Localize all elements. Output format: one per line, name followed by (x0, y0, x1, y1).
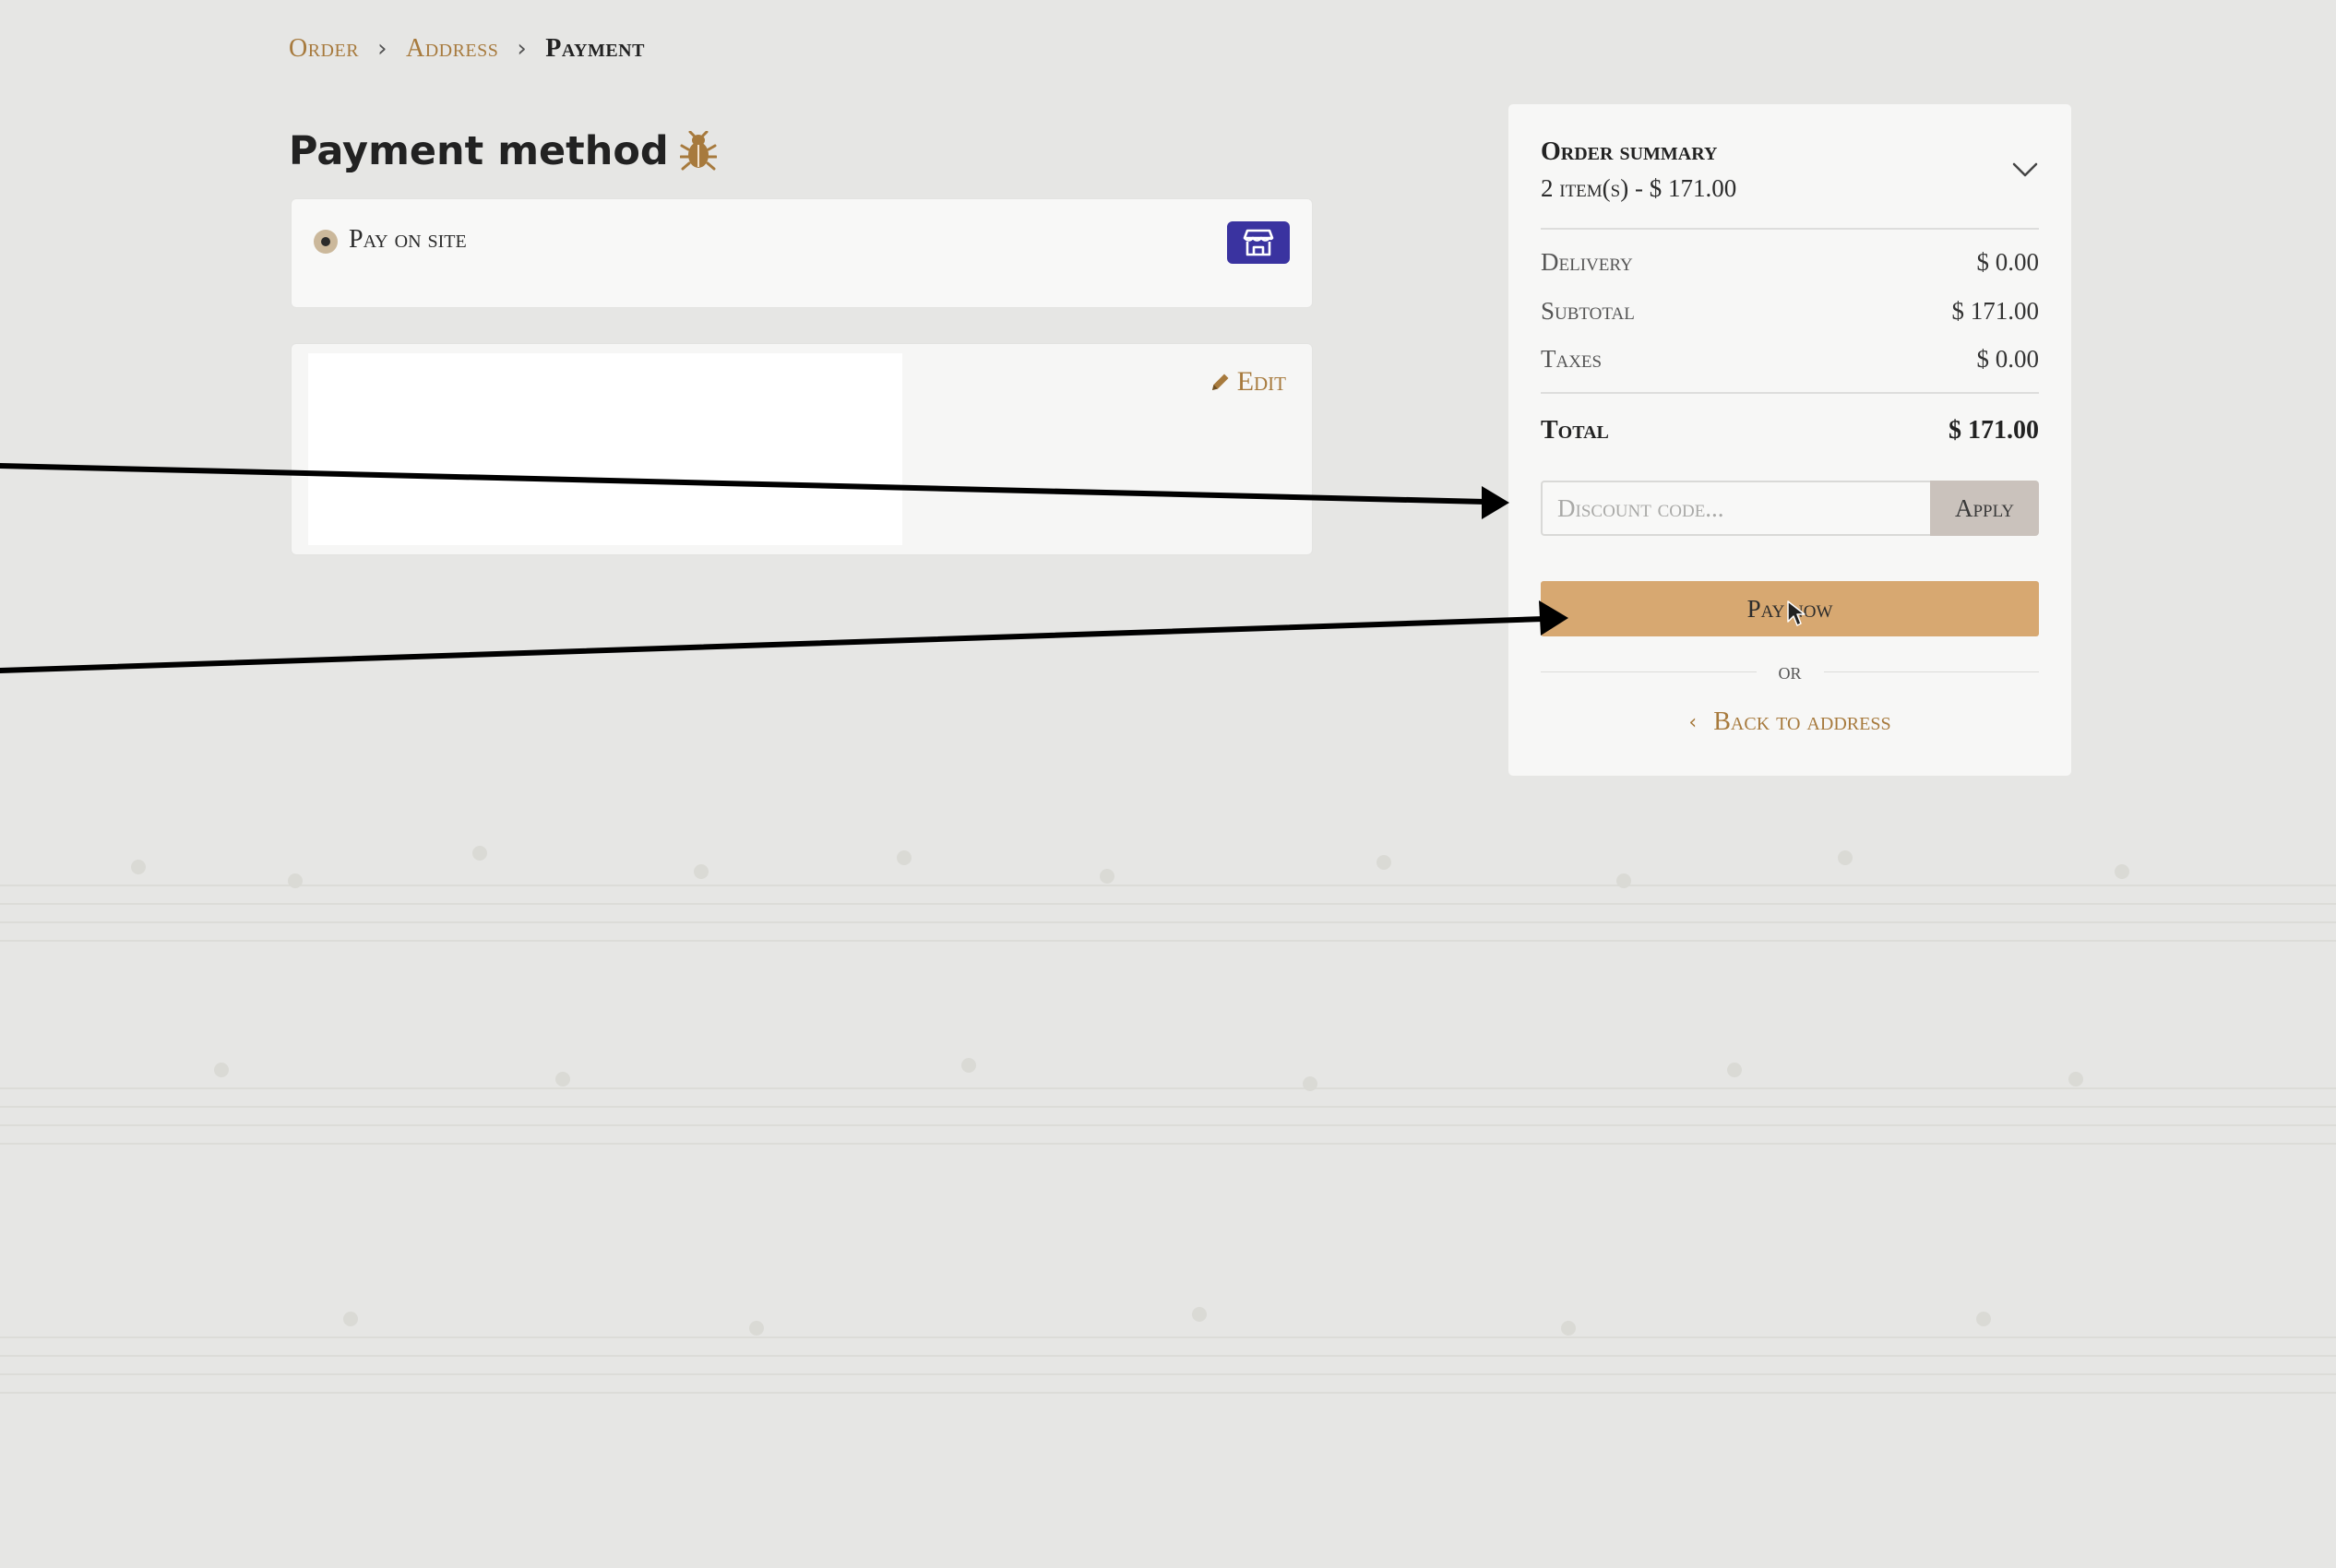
pay-on-site-label[interactable]: Pay on site (349, 225, 467, 255)
breadcrumb-current-payment: Payment (545, 34, 645, 63)
payment-details-card: Edit (291, 343, 1313, 555)
chevron-left-icon: ‹ (1688, 710, 1698, 734)
total-value: $ 171.00 (1949, 416, 2039, 445)
order-summary-item-count: 2 item(s) - $ 171.00 (1541, 174, 1737, 202)
summary-row-delivery: Delivery $ 0.00 (1541, 248, 2039, 277)
taxes-value: $ 0.00 (1976, 345, 2040, 373)
payment-details-frame (308, 353, 902, 545)
discount-form: Apply (1541, 481, 2039, 536)
payment-method-card[interactable]: Pay on site (291, 198, 1313, 308)
summary-row-total: Total $ 171.00 (1541, 416, 2039, 445)
total-label: Total (1541, 416, 1609, 445)
or-label: or (1778, 658, 1802, 684)
edit-button[interactable]: Edit (1210, 366, 1286, 398)
subtotal-label: Subtotal (1541, 297, 1635, 325)
bug-icon (679, 131, 717, 172)
summary-row-taxes: Taxes $ 0.00 (1541, 345, 2039, 374)
delivery-value: $ 0.00 (1976, 248, 2040, 276)
summary-divider (1541, 228, 2039, 230)
discount-code-input[interactable] (1541, 481, 1930, 536)
breadcrumb-address-link[interactable]: Address (406, 34, 498, 64)
delivery-label: Delivery (1541, 248, 1633, 276)
chevron-down-icon[interactable] (2012, 161, 2038, 183)
subtotal-value: $ 171.00 (1951, 297, 2040, 325)
order-summary-title: Order summary (1541, 137, 1718, 166)
or-separator: or (1541, 656, 2040, 687)
storefront-icon (1227, 221, 1290, 264)
taxes-label: Taxes (1541, 345, 1603, 373)
edit-label: Edit (1236, 366, 1286, 397)
breadcrumb-order-link[interactable]: Order (289, 34, 359, 64)
or-line-left (1541, 671, 1757, 672)
order-summary-panel: Order summary 2 item(s) - $ 171.00 Deliv… (1508, 103, 2072, 777)
summary-row-subtotal: Subtotal $ 171.00 (1541, 297, 2039, 326)
mouse-cursor-icon (1787, 600, 1806, 626)
breadcrumb: Order › Address › Payment (289, 33, 645, 65)
back-to-address-link[interactable]: ‹ Back to address (1541, 707, 2039, 737)
breadcrumb-separator-icon: › (517, 35, 528, 63)
breadcrumb-separator-icon: › (377, 35, 387, 63)
summary-divider (1541, 392, 2039, 394)
radio-selected-dot (321, 237, 330, 246)
pencil-icon (1211, 374, 1229, 390)
page-title-row: Payment method (289, 125, 717, 177)
pay-on-site-radio[interactable] (314, 230, 338, 254)
page-title: Payment method (289, 128, 669, 174)
or-line-right (1823, 671, 2040, 672)
apply-discount-button[interactable]: Apply (1930, 481, 2039, 536)
back-to-address-label: Back to address (1713, 707, 1891, 736)
